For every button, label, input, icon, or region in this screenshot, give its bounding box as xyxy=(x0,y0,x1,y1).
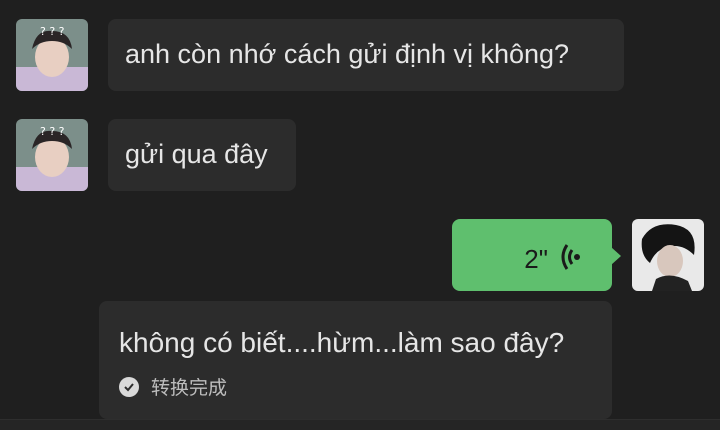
voice-duration: 2" xyxy=(524,244,548,274)
self-avatar[interactable] xyxy=(632,219,704,291)
check-icon xyxy=(119,376,139,397)
transcript-bubble[interactable]: không có biết....hừm...làm sao đây? 转换完成 xyxy=(99,301,612,419)
svg-text:? ? ?: ? ? ? xyxy=(40,25,65,38)
voice-wave-icon xyxy=(560,243,582,276)
voice-message-bubble[interactable]: 2" xyxy=(452,219,621,291)
transcript-status: 转换完成 xyxy=(151,378,228,399)
contact-avatar[interactable]: ? ? ? xyxy=(16,119,88,191)
bubble-tail xyxy=(611,247,621,265)
contact-avatar[interactable]: ? ? ? xyxy=(16,19,88,91)
message-text: gửi qua đây xyxy=(125,139,268,169)
input-bar-edge xyxy=(0,419,720,430)
message-text: anh còn nhớ cách gửi định vị không? xyxy=(125,39,570,69)
transcript-text: không có biết....hừm...làm sao đây? xyxy=(119,327,565,358)
message-bubble[interactable]: gửi qua đây xyxy=(108,119,296,191)
svg-text:? ? ?: ? ? ? xyxy=(40,125,65,138)
message-bubble[interactable]: anh còn nhớ cách gửi định vị không? xyxy=(108,19,624,91)
